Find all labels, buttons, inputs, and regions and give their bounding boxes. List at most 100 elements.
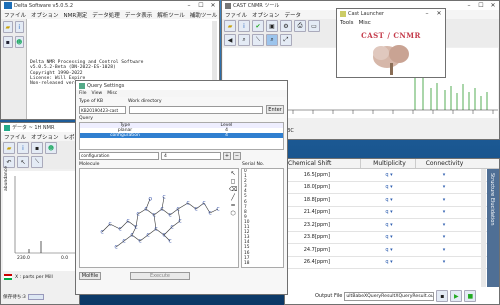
minimize-icon[interactable]: – [421,9,433,18]
table-row[interactable]: 18.0[ppm] q ▾ ▾ [285,182,499,194]
col-chemical-shift[interactable]: Chemical Shift [285,159,360,168]
query-row-selected[interactable]: configuration 4 [80,133,283,138]
folder-icon[interactable]: ▰ [3,21,13,33]
gear-icon[interactable]: ⚙ [280,20,292,32]
multiplicity-select[interactable]: q ▾ [360,222,415,228]
ring-icon[interactable]: ⬡ [229,210,237,218]
close-icon[interactable]: ✕ [207,1,219,10]
menu-options[interactable]: オプション [252,11,280,19]
save-icon[interactable]: ▪ [31,142,43,154]
check-icon[interactable]: ✔ [252,20,264,32]
run-icon[interactable]: ▶ [450,290,463,302]
connectivity-select[interactable]: ▾ [415,234,470,240]
serial-item[interactable]: 18 [242,261,283,266]
info-icon[interactable]: i [17,142,29,154]
menu-display[interactable]: データ表示 [125,11,153,19]
connectivity-select[interactable]: ▾ [415,222,470,228]
table-row[interactable]: 23.8[ppm] q ▾ ▾ [285,232,499,244]
menu-misc[interactable]: Misc [359,20,371,26]
region-icon[interactable]: ⟍ [31,156,43,168]
menu-tools[interactable]: Tools [340,20,354,26]
close-icon[interactable]: ✕ [433,9,445,18]
work-directory-input[interactable] [129,105,263,114]
window-icon[interactable]: ▭ [308,20,320,32]
select-icon[interactable]: ◻ [229,178,237,186]
menu-file[interactable]: ファイル [4,11,26,19]
menu-analysis[interactable]: 解析ツール [157,11,185,19]
stop-icon[interactable]: ■ [464,290,477,302]
connectivity-select[interactable]: ▾ [415,184,470,190]
shift-scrollbar[interactable] [481,169,486,287]
table-row[interactable]: 18.8[ppm] q ▾ ▾ [285,194,499,207]
table-row[interactable]: 21.4[ppm] q ▾ ▾ [285,207,499,219]
info-icon[interactable]: i [238,20,250,32]
col-multiplicity[interactable]: Multiplicity [360,159,415,168]
info-icon[interactable]: i [14,21,24,33]
connectivity-select[interactable]: ▾ [415,172,470,178]
execute-button[interactable]: Execute [130,272,190,280]
menu-aux[interactable]: 補助ツール [190,11,218,19]
cursor-icon[interactable]: ↖ [17,156,29,168]
menu-file[interactable]: File [79,91,87,96]
menu-misc[interactable]: Misc [107,91,117,96]
kb-select[interactable]: KB20190423-cast [79,105,126,114]
multiplicity-select[interactable]: q ▾ [360,209,415,215]
arrow-left-icon[interactable]: ◀ [224,34,236,46]
menu-file[interactable]: ファイル [225,11,247,19]
menu-data[interactable]: データ [285,11,302,19]
table-row[interactable]: 26.4[ppm] q ▾ ▾ [285,257,499,269]
region-icon[interactable]: ⟍ [252,34,264,46]
connectivity-select[interactable]: ▾ [415,259,470,265]
minimize-icon[interactable]: – [183,1,195,10]
multiplicity-select[interactable]: q ▾ [360,247,415,253]
output-file-field[interactable]: ultBabeXQueryResultXQueryResult.out [344,291,435,301]
remove-query-button[interactable]: − [233,152,241,160]
table-row[interactable]: 23.2[ppm] q ▾ ▾ [285,219,499,232]
user-icon[interactable]: ☻ [45,142,57,154]
zoom-select-icon[interactable]: ⌕ [266,34,278,46]
molfile-button[interactable]: Molfile [79,272,101,280]
maximize-icon[interactable]: ☐ [475,1,487,10]
erase-icon[interactable]: ⌫ [229,186,237,194]
add-query-button[interactable]: + [223,152,231,160]
bond-icon[interactable]: ╱ [229,194,237,202]
menu-options[interactable]: オプション [31,11,59,19]
menu-view[interactable]: View [92,91,103,96]
connectivity-select[interactable]: ▾ [415,197,470,203]
molecule-canvas[interactable]: CCCCCCCCCCCCCCCCCCCCCCCCCOCC ↖ ◻ ⌫ ╱ ═ ⬡ [79,168,239,268]
enter-button[interactable]: Enter [266,105,284,114]
folder-icon[interactable]: ▰ [3,142,15,154]
bond-double-icon[interactable]: ═ [229,202,237,210]
table-row[interactable]: 24.7[ppm] q ▾ ▾ [285,244,499,257]
expand-icon[interactable]: ⤢ [280,34,292,46]
multiplicity-select[interactable]: q ▾ [360,184,415,190]
connectivity-select[interactable]: ▾ [415,247,470,253]
multiplicity-select[interactable]: q ▾ [360,234,415,240]
multiplicity-select[interactable]: q ▾ [360,172,415,178]
menu-nmr-measure[interactable]: NMR測定 [64,11,88,19]
table-row[interactable]: 16.5[ppm] q ▾ ▾ [285,169,499,182]
menu-processing[interactable]: データ処理 [92,11,120,19]
print-icon[interactable]: ⎙ [294,20,306,32]
menu-options[interactable]: オプション [31,133,59,141]
minimize-icon[interactable]: – [463,1,475,10]
multiplicity-select[interactable]: q ▾ [360,259,415,265]
multiplicity-select[interactable]: q ▾ [360,197,415,203]
connectivity-select[interactable]: ▾ [415,209,470,215]
maximize-icon[interactable]: ☐ [195,1,207,10]
tracker-plot[interactable]: abundance 230.0 0.0 [3,166,77,271]
menu-file[interactable]: ファイル [4,133,26,141]
pointer-icon[interactable]: ↖ [229,170,237,178]
close-icon[interactable]: ✕ [487,1,499,10]
save-icon[interactable]: ▪ [436,290,449,302]
folder-icon[interactable]: ▰ [224,20,236,32]
zoom-icon[interactable]: ⌕ [238,34,250,46]
image-icon[interactable]: ▣ [266,20,278,32]
structure-elucidation-tab[interactable]: Structure Elucidation [487,169,499,287]
query-type-select[interactable]: configuration [79,152,159,160]
menu-report[interactable]: レポ [64,133,75,141]
serial-list[interactable]: 0 1 2 3 4 5 6 7 8 9 10 11 12 13 14 15 16 17 18 [241,168,284,268]
col-connectivity[interactable]: Connectivity [415,159,470,168]
save-icon[interactable]: ▪ [3,36,13,48]
query-level-select[interactable]: 4 [161,152,221,160]
